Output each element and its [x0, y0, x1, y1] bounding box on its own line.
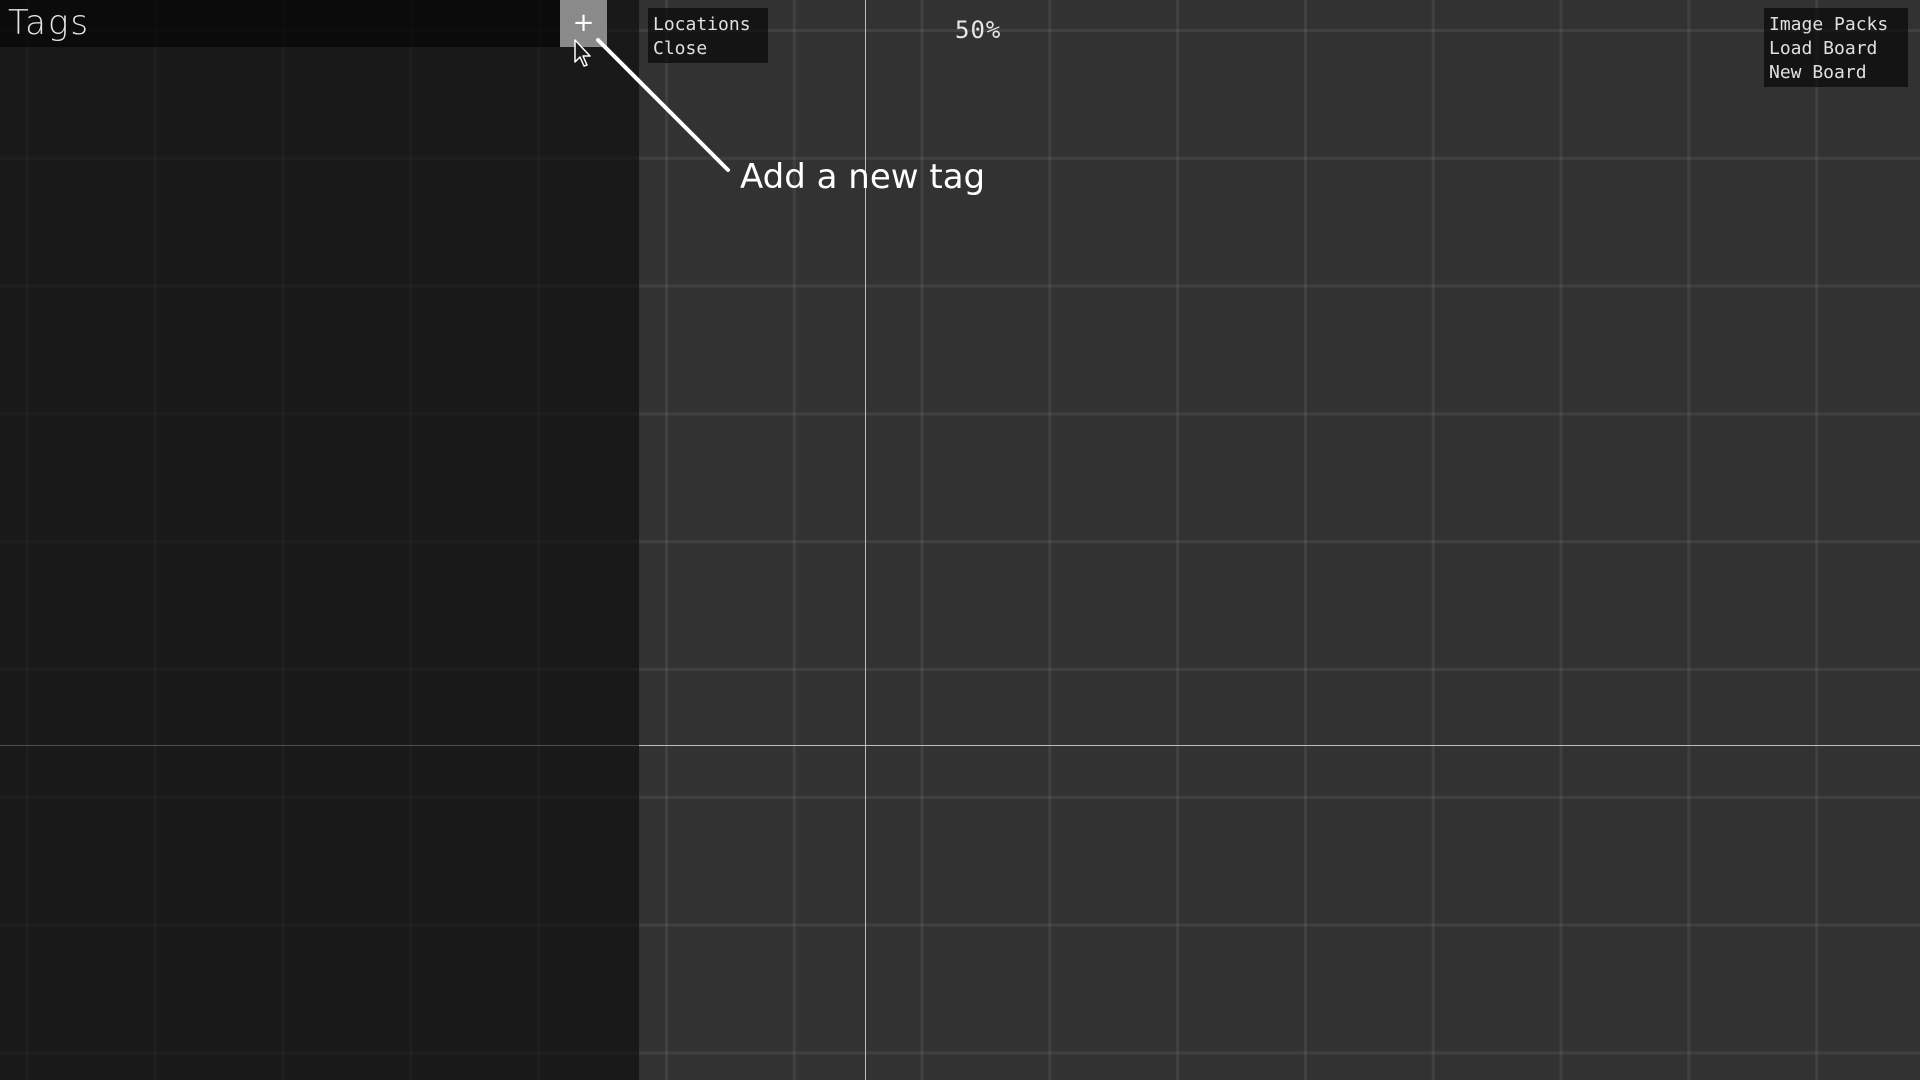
menu-item-locations[interactable]: Locations — [653, 13, 763, 37]
zoom-level-indicator: 50% — [955, 16, 1002, 44]
board-menu: Image Packs Load Board New Board — [1764, 8, 1908, 87]
tags-header: Tags — [0, 0, 560, 47]
locations-menu: Locations Close — [648, 8, 768, 63]
menu-item-image-packs[interactable]: Image Packs — [1769, 13, 1903, 37]
tags-title: Tags — [8, 3, 91, 43]
menu-item-new-board[interactable]: New Board — [1769, 61, 1903, 85]
plus-icon: + — [572, 8, 595, 38]
menu-item-load-board[interactable]: Load Board — [1769, 37, 1903, 61]
mouse-pointer-icon — [574, 39, 591, 67]
tags-sidebar: Tags — [0, 0, 639, 1080]
app-window: Tags + Locations Close 50% Image Packs L… — [0, 0, 1920, 1080]
tooltip-add-tag-text: Add a new tag — [740, 157, 986, 197]
menu-item-close[interactable]: Close — [653, 37, 763, 61]
